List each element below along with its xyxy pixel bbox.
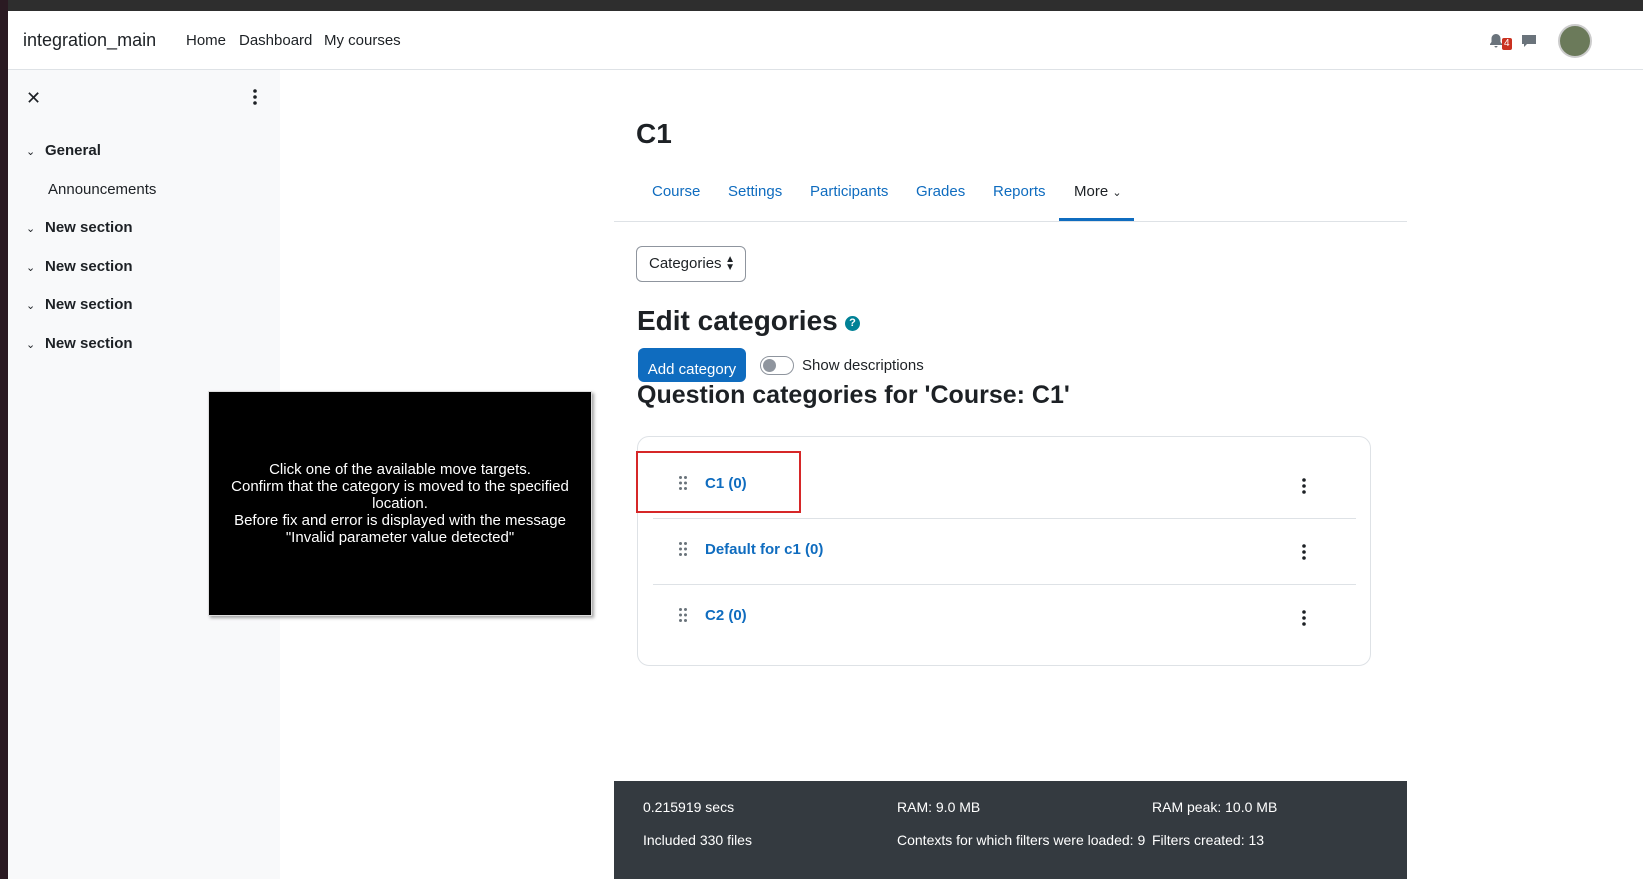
footer-contexts: Contexts for which filters were loaded: … xyxy=(897,832,1146,848)
section-label: New section xyxy=(45,219,133,236)
footer-ram: RAM: 9.0 MB xyxy=(897,799,981,815)
footer-ram-peak: RAM peak: 10.0 MB xyxy=(1152,799,1278,815)
window-top-strip xyxy=(0,0,1643,11)
tab-reports[interactable]: Reports xyxy=(993,183,1046,200)
select-arrows-icon: ▲ ▼ xyxy=(725,254,735,273)
course-tabs: Course Settings Participants Grades Repo… xyxy=(614,174,1407,222)
chevron-down-icon: ⌄ xyxy=(1112,187,1122,199)
section-new-1[interactable]: ⌄ New section xyxy=(26,219,133,236)
help-icon[interactable]: ? xyxy=(845,316,860,331)
instruction-line-3: Before fix and error is displayed with t… xyxy=(234,512,566,546)
section-label: New section xyxy=(45,258,133,275)
select-value: Categories xyxy=(649,255,722,272)
instruction-line-2: Confirm that the category is moved to th… xyxy=(231,478,569,512)
active-tab-indicator xyxy=(1059,218,1134,221)
show-descriptions-label: Show descriptions xyxy=(802,357,924,374)
tab-settings[interactable]: Settings xyxy=(728,183,782,200)
highlight-box xyxy=(636,451,801,513)
kebab-menu-icon[interactable] xyxy=(1300,543,1308,561)
instruction-overlay: Click one of the available move targets.… xyxy=(208,391,592,616)
question-categories-heading: Question categories for 'Course: C1' xyxy=(637,381,1070,409)
chevron-down-icon[interactable]: ⌄ xyxy=(26,299,40,312)
add-category-button[interactable]: Add category xyxy=(638,348,746,382)
app-window: integration_main Home Dashboard My cours… xyxy=(8,11,1643,879)
category-link-c2[interactable]: C2 (0) xyxy=(705,607,747,624)
kebab-menu-icon[interactable] xyxy=(248,88,262,106)
nav-home-link[interactable]: Home xyxy=(186,32,226,49)
list-item: Default for c1 (0) xyxy=(653,519,1356,585)
window-left-strip xyxy=(0,0,8,879)
category-link-default-c1[interactable]: Default for c1 (0) xyxy=(705,541,823,558)
notification-badge: 4 xyxy=(1502,38,1512,50)
kebab-menu-icon[interactable] xyxy=(1300,477,1308,495)
chat-icon[interactable] xyxy=(1521,33,1537,49)
tab-participants[interactable]: Participants xyxy=(810,183,888,200)
kebab-menu-icon[interactable] xyxy=(1300,609,1308,627)
nav-dashboard-link[interactable]: Dashboard xyxy=(239,32,312,49)
section-label: New section xyxy=(45,335,133,352)
section-label: New section xyxy=(45,296,133,313)
tab-more-label: More xyxy=(1074,183,1109,200)
section-new-2[interactable]: ⌄ New section xyxy=(26,258,133,275)
avatar[interactable] xyxy=(1558,24,1592,58)
nav-my-courses-link[interactable]: My courses xyxy=(324,32,401,49)
section-label: General xyxy=(45,142,101,159)
chevron-down-icon[interactable]: ⌄ xyxy=(26,338,40,351)
tab-more[interactable]: More ⌄ xyxy=(1074,183,1122,200)
section-new-4[interactable]: ⌄ New section xyxy=(26,335,133,352)
page-title: C1 xyxy=(636,118,672,149)
footer-time: 0.215919 secs xyxy=(643,799,735,815)
list-item: C2 (0) xyxy=(653,585,1356,651)
chevron-down-icon[interactable]: ⌄ xyxy=(26,222,40,235)
footer-files: Included 330 files xyxy=(643,832,752,848)
close-icon[interactable]: ✕ xyxy=(26,88,41,109)
drag-handle-icon[interactable] xyxy=(678,541,688,557)
categories-select[interactable]: Categories ▲ ▼ xyxy=(636,246,746,282)
tab-course[interactable]: Course xyxy=(652,183,700,200)
site-brand[interactable]: integration_main xyxy=(23,30,156,51)
top-navbar: integration_main Home Dashboard My cours… xyxy=(8,11,1643,70)
chevron-down-icon[interactable]: ⌄ xyxy=(26,145,40,158)
chevron-down-icon[interactable]: ⌄ xyxy=(26,261,40,274)
edit-categories-heading: Edit categories xyxy=(637,305,838,336)
section-general[interactable]: ⌄ General xyxy=(26,142,101,159)
toggle-knob xyxy=(763,359,776,372)
drag-handle-icon[interactable] xyxy=(678,607,688,623)
footer-filters: Filters created: 13 xyxy=(1152,832,1265,848)
instruction-line-1: Click one of the available move targets. xyxy=(269,461,531,478)
section-new-3[interactable]: ⌄ New section xyxy=(26,296,133,313)
performance-footer: 0.215919 secs RAM: 9.0 MB RAM peak: 10.0… xyxy=(614,781,1407,879)
tab-grades[interactable]: Grades xyxy=(916,183,965,200)
drawer-item-announcements[interactable]: Announcements xyxy=(48,181,156,198)
show-descriptions-toggle[interactable] xyxy=(760,356,794,375)
